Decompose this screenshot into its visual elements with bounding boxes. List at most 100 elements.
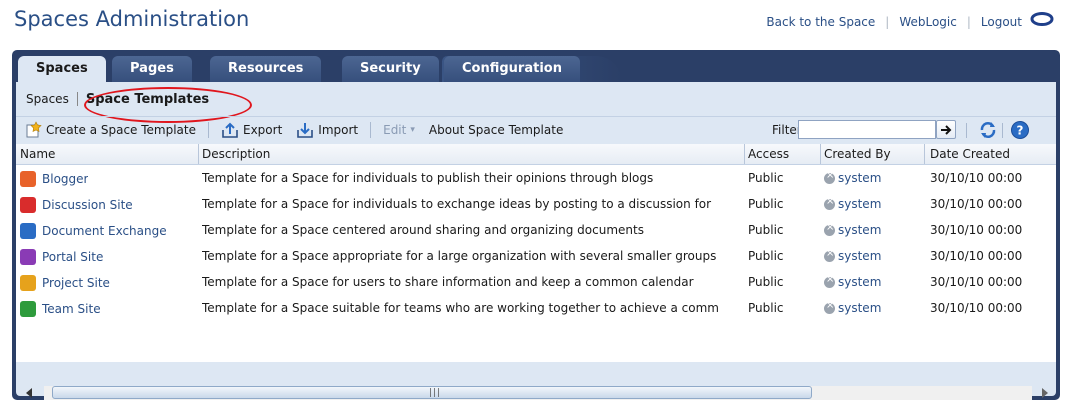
tab-security[interactable]: Security [342,56,439,82]
svg-text:?: ? [1017,124,1024,138]
user-status-icon [824,301,835,314]
portal-icon [20,249,36,265]
subnav-spaces[interactable]: Spaces [22,92,73,106]
date-created: 30/10/10 00:00 [930,197,1023,211]
user-status-icon [824,249,835,262]
date-created: 30/10/10 00:00 [930,223,1023,237]
column-separator[interactable] [924,144,925,164]
column-header-description[interactable]: Description [202,147,270,161]
created-by-name: system [838,275,882,289]
document-exchange-icon [20,223,36,239]
scroll-thumb[interactable]: ||| [52,386,812,399]
created-by-link[interactable]: system [824,197,881,211]
table-row[interactable]: Project Site Template for a Space for use… [16,270,1056,295]
oracle-logo-icon [1030,12,1054,26]
column-header-date-created[interactable]: Date Created [930,147,1010,161]
help-icon[interactable]: ? [1010,120,1030,140]
template-access: Public [748,197,784,211]
user-status-icon [824,171,835,184]
tab-strip: Spaces Pages Resources Security Configur… [12,50,1060,82]
created-by-link[interactable]: system [824,171,881,185]
weblogic-link[interactable]: WebLogic [899,15,957,29]
toolbar-separator [370,122,372,138]
tab-label: Spaces [36,61,88,76]
export-icon [222,122,238,138]
template-access: Public [748,301,784,315]
created-by-link[interactable]: system [824,249,881,263]
edit-menu-button[interactable]: Edit ▾ [383,123,415,137]
horizontal-scrollbar[interactable]: ||| [22,384,1052,402]
toolbar: Create a Space Template Export Import Ed [16,116,1056,143]
template-name-link[interactable]: Portal Site [20,249,103,265]
column-separator[interactable] [820,144,821,164]
template-name: Portal Site [42,250,104,264]
refresh-icon[interactable] [978,120,998,140]
template-description: Template for a Space appropriate for a l… [202,249,717,263]
sub-navigation: Spaces Space Templates [22,87,252,123]
tab-configuration[interactable]: Configuration [444,56,580,82]
scroll-right-icon[interactable] [1042,388,1048,398]
column-header-access[interactable]: Access [748,147,789,161]
table-row[interactable]: Discussion Site Template for a Space for … [16,192,1056,217]
about-space-template-button[interactable]: About Space Template [429,123,563,137]
tab-label: Resources [228,61,304,76]
template-description: Template for a Space suitable for teams … [202,301,719,315]
date-created: 30/10/10 00:00 [930,301,1023,315]
back-to-space-link[interactable]: Back to the Space [766,15,875,29]
export-button[interactable]: Export [221,121,282,139]
create-space-template-button[interactable]: Create a Space Template [24,121,196,139]
template-name: Project Site [42,276,110,290]
import-label: Import [318,123,359,137]
scroll-left-icon[interactable] [26,388,32,398]
column-separator[interactable] [744,144,745,164]
template-name: Discussion Site [42,198,133,212]
created-by-link[interactable]: system [824,223,881,237]
column-header-created-by[interactable]: Created By [824,147,891,161]
template-name-link[interactable]: Document Exchange [20,223,167,239]
table-row[interactable]: Document Exchange Template for a Space ce… [16,218,1056,243]
created-by-link[interactable]: system [824,275,881,289]
blogger-icon [20,171,36,187]
template-description: Template for a Space centered around sha… [202,223,644,237]
subnav-space-templates[interactable]: Space Templates [82,92,213,107]
filter-go-button[interactable] [936,120,956,139]
top-links: Back to the Space | WebLogic | Logout [766,15,1022,29]
tab-label: Pages [130,61,174,76]
toolbar-separator [1002,123,1003,138]
team-icon [20,301,36,317]
filter-input[interactable] [798,120,936,139]
create-template-icon [26,121,42,138]
link-separator: | [966,15,971,29]
tab-resources[interactable]: Resources [210,56,322,82]
content-panel: Spaces Space Templates Create a Space Te… [16,82,1056,400]
template-name-link[interactable]: Blogger [20,171,88,187]
import-button[interactable]: Import [296,121,358,139]
create-label: Create a Space Template [46,123,196,137]
created-by-link[interactable]: system [824,301,881,315]
about-label: About Space Template [428,123,564,137]
created-by-name: system [838,249,882,263]
arrow-right-icon [941,124,952,135]
import-icon [297,123,314,138]
created-by-name: system [838,223,882,237]
column-separator[interactable] [198,144,199,164]
table-row[interactable]: Portal Site Template for a Space appropri… [16,244,1056,269]
export-label: Export [243,123,283,137]
page-title: Spaces Administration [14,7,250,31]
template-name-link[interactable]: Discussion Site [20,197,133,213]
chevron-down-icon: ▾ [410,125,415,135]
table-row[interactable]: Team Site Template for a Space suitable f… [16,296,1056,321]
user-status-icon [824,197,835,210]
template-description: Template for a Space for users to share … [202,275,694,289]
tab-pages[interactable]: Pages [112,56,192,82]
tab-spaces[interactable]: Spaces [18,56,106,82]
logout-link[interactable]: Logout [981,15,1022,29]
column-header-name[interactable]: Name [20,147,55,161]
toolbar-separator [966,123,967,138]
template-name-link[interactable]: Team Site [20,301,101,317]
table-row[interactable]: Blogger Template for a Space for individu… [16,166,1056,191]
scroll-grip-icon: ||| [429,388,442,398]
templates-table: Name Description Access Created By Date … [16,144,1056,362]
created-by-name: system [838,301,882,315]
template-name-link[interactable]: Project Site [20,275,110,291]
